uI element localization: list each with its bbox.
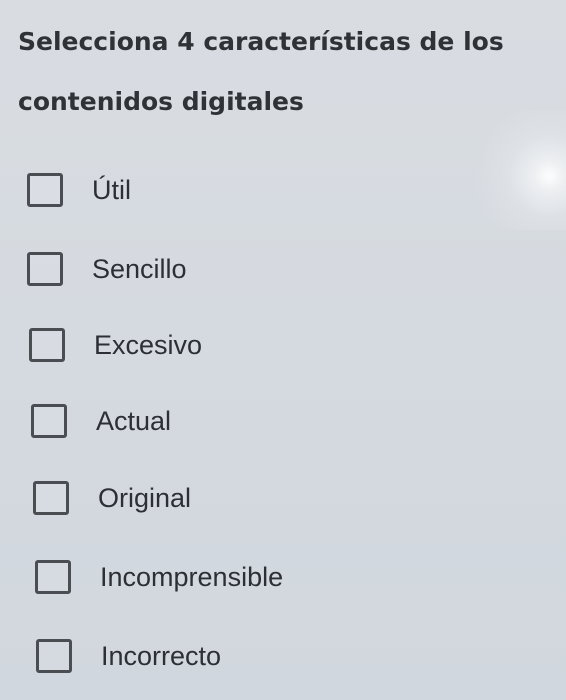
option-incomprensible[interactable]: Incomprensible [35,555,283,599]
option-label: Incomprensible [100,561,284,592]
option-checkbox[interactable] [31,404,67,438]
option-checkbox[interactable] [35,560,71,594]
option-original[interactable]: Original [33,476,191,520]
option-actual[interactable]: Actual [31,399,171,443]
option-checkbox[interactable] [33,481,69,515]
option-checkbox[interactable] [29,328,65,362]
option-sencillo[interactable]: Sencillo [27,247,187,291]
option-incorrecto[interactable]: Incorrecto [36,634,221,678]
option-checkbox[interactable] [36,639,72,673]
options-list: Útil Sencillo Excesivo Actual Original I… [0,0,566,700]
option-excesivo[interactable]: Excesivo [29,323,202,367]
option-checkbox[interactable] [27,173,63,207]
option-label: Excesivo [94,329,203,360]
option-checkbox[interactable] [27,252,63,286]
option-label: Incorrecto [101,640,222,671]
option-util[interactable]: Útil [27,168,131,212]
option-label: Actual [96,405,172,436]
option-label: Original [98,482,192,513]
option-label: Sencillo [92,253,187,284]
option-label: Útil [92,174,131,205]
